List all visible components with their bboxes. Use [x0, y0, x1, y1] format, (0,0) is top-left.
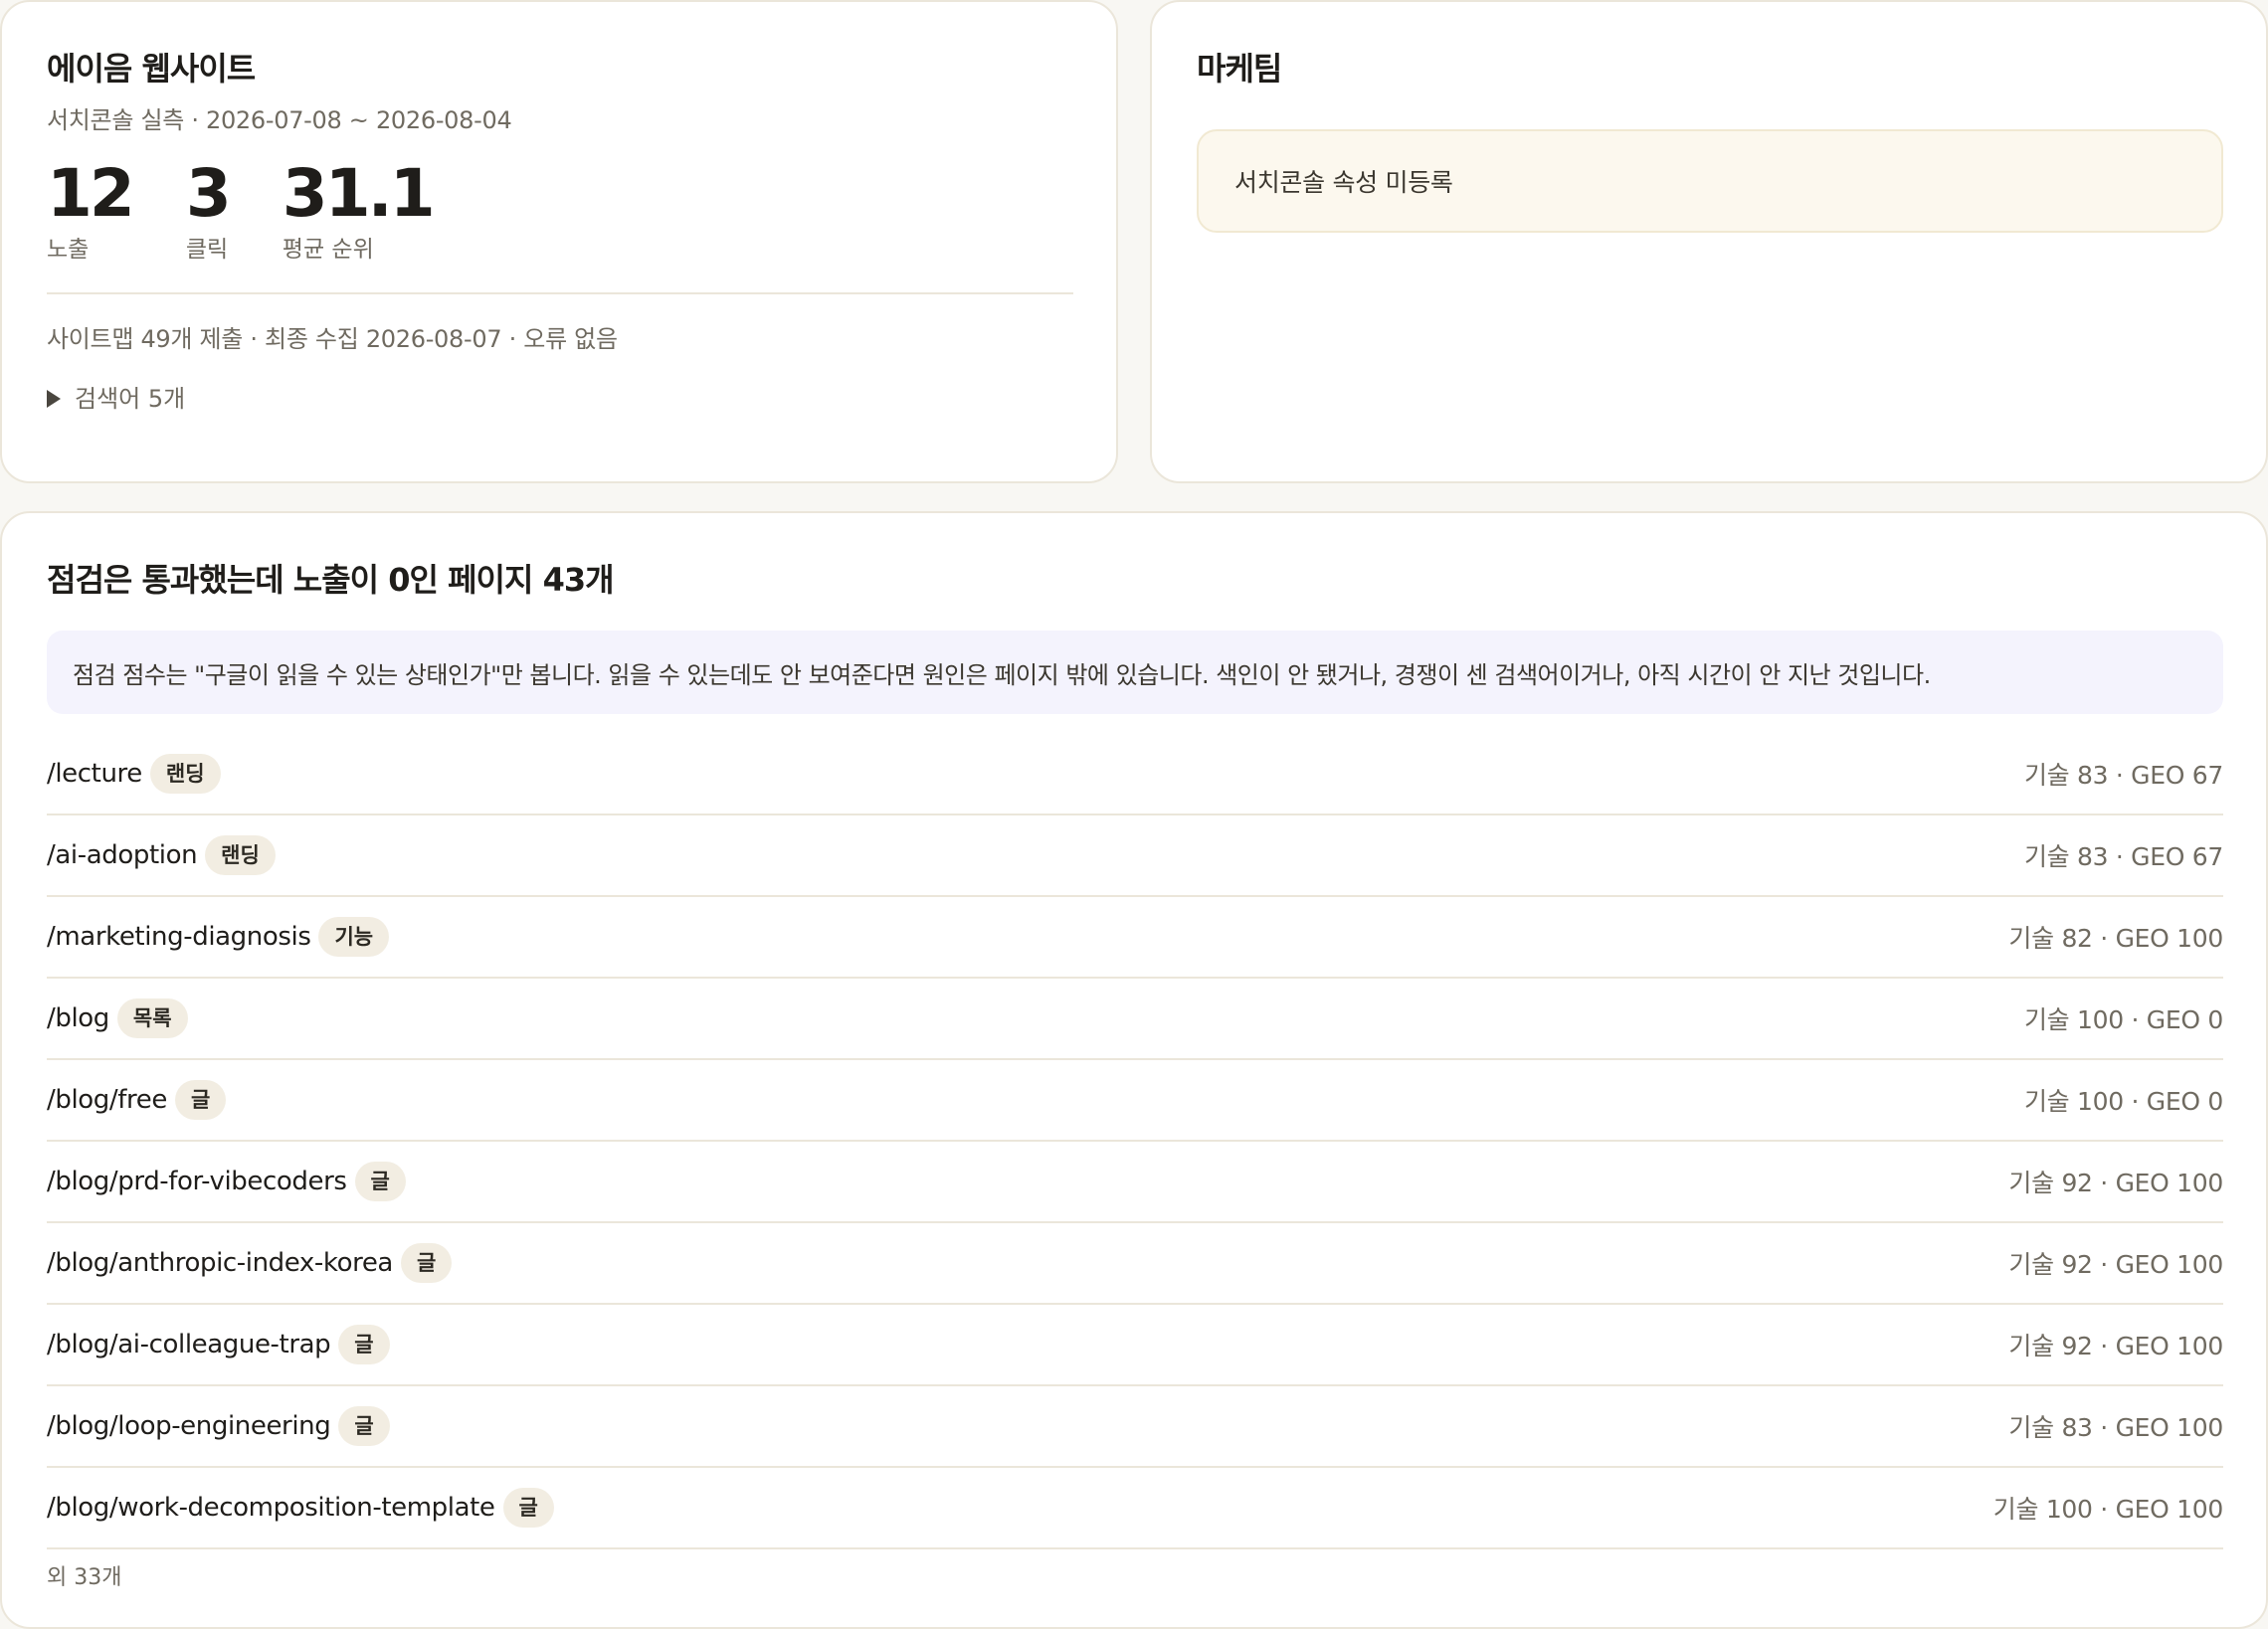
- page-path: /blog/work-decomposition-template: [47, 1493, 495, 1523]
- list-item[interactable]: /blog/loop-engineering 글 기술 83 · GEO 100: [47, 1386, 2223, 1468]
- page-score: 기술 82 · GEO 100: [2008, 924, 2223, 953]
- keywords-toggle[interactable]: 검색어 5개: [47, 382, 1071, 416]
- site-title: 에이음 웹사이트: [47, 50, 256, 88]
- site-card: 에이음 웹사이트 서치콘솔 실측 · 2026-07-08 ~ 2026-08-…: [0, 0, 1118, 483]
- page-type-tag: 글: [502, 1488, 554, 1528]
- more-count: 외 33개: [47, 1565, 122, 1590]
- divider: [47, 292, 1073, 294]
- list-item[interactable]: /lecture 랜딩 기술 83 · GEO 67: [47, 734, 2223, 815]
- page-path: /blog/anthropic-index-korea: [47, 1248, 393, 1278]
- list-item[interactable]: /blog 목록 기술 100 · GEO 0: [47, 979, 2223, 1060]
- dashboard-page: 에이음 웹사이트 서치콘솔 실측 · 2026-07-08 ~ 2026-08-…: [0, 0, 2268, 1629]
- list-item[interactable]: /blog/anthropic-index-korea 글 기술 92 · GEO…: [47, 1223, 2223, 1305]
- stats-group: 12 노출 3 클릭 31.1 평균 순위: [47, 155, 1071, 265]
- page-score: 기술 100 · GEO 100: [1992, 1495, 2224, 1524]
- stat-label: 평균 순위: [282, 237, 374, 263]
- page-type-tag: 글: [338, 1325, 390, 1364]
- page-type-tag: 랜딩: [205, 835, 276, 875]
- list-item[interactable]: /blog/free 글 기술 100 · GEO 0: [47, 1060, 2223, 1142]
- page-score: 기술 83 · GEO 67: [2023, 761, 2223, 790]
- stat-value: 3: [185, 155, 232, 232]
- stat-impressions: 12 노출: [47, 155, 135, 265]
- stat-avg-position: 31.1 평균 순위: [282, 155, 436, 265]
- page-path: /blog/loop-engineering: [47, 1411, 331, 1441]
- page-type-tag: 글: [174, 1080, 227, 1120]
- page-type-tag: 기능: [318, 917, 390, 957]
- page-score: 기술 92 · GEO 100: [2008, 1332, 2223, 1360]
- page-type-tag: 글: [338, 1406, 390, 1446]
- team-card: 마케팀 서치콘솔 속성 미등록: [1150, 0, 2268, 483]
- page-score: 기술 92 · GEO 100: [2008, 1169, 2223, 1197]
- info-text: 점검 점수는 "구글이 읽을 수 있는 상태인가"만 봅니다. 읽을 수 있는데…: [73, 660, 1931, 689]
- page-path: /blog/free: [47, 1085, 167, 1115]
- notice-text: 서치콘솔 속성 미등록: [1234, 168, 1453, 197]
- stat-clicks: 3 클릭: [185, 155, 232, 265]
- page-type-tag: 글: [354, 1162, 406, 1201]
- team-title: 마케팀: [1197, 50, 1282, 88]
- sitemap-status: 사이트맵 49개 제출 · 최종 수집 2026-08-07 · 오류 없음: [47, 325, 618, 353]
- notice-box: 서치콘솔 속성 미등록: [1197, 129, 2223, 233]
- stat-value: 31.1: [282, 155, 436, 232]
- page-score: 기술 92 · GEO 100: [2008, 1250, 2223, 1279]
- page-score: 기술 100 · GEO 0: [2023, 1087, 2223, 1116]
- stat-label: 노출: [47, 237, 90, 263]
- list-item[interactable]: /blog/ai-colleague-trap 글 기술 92 · GEO 100: [47, 1305, 2223, 1386]
- page-path: /blog: [47, 1003, 109, 1033]
- pages-title: 점검은 통과했는데 노출이 0인 페이지 43개: [47, 561, 615, 599]
- page-list: /lecture 랜딩 기술 83 · GEO 67 /ai-adoption 랜딩…: [47, 734, 2223, 1549]
- page-path: /lecture: [47, 759, 142, 789]
- list-item[interactable]: /blog/work-decomposition-template 글 기술 10…: [47, 1468, 2223, 1549]
- page-score: 기술 83 · GEO 67: [2023, 842, 2223, 871]
- list-item[interactable]: /marketing-diagnosis 기능 기술 82 · GEO 100: [47, 897, 2223, 979]
- keywords-toggle-label: 검색어 5개: [75, 385, 186, 413]
- stat-label: 클릭: [185, 237, 229, 263]
- site-subtitle: 서치콘솔 실측 · 2026-07-08 ~ 2026-08-04: [47, 106, 512, 134]
- page-type-tag: 랜딩: [149, 754, 221, 794]
- list-item[interactable]: /ai-adoption 랜딩 기술 83 · GEO 67: [47, 815, 2223, 897]
- page-score: 기술 100 · GEO 0: [2023, 1005, 2223, 1034]
- zero-impression-pages-card: 점검은 통과했는데 노출이 0인 페이지 43개 점검 점수는 "구글이 읽을 …: [0, 511, 2268, 1629]
- disclosure-triangle-icon: [47, 390, 61, 408]
- stat-value: 12: [47, 155, 135, 232]
- page-score: 기술 83 · GEO 100: [2008, 1413, 2223, 1442]
- info-box: 점검 점수는 "구글이 읽을 수 있는 상태인가"만 봅니다. 읽을 수 있는데…: [47, 631, 2223, 714]
- page-path: /blog/ai-colleague-trap: [47, 1330, 331, 1359]
- list-item[interactable]: /blog/prd-for-vibecoders 글 기술 92 · GEO 10…: [47, 1142, 2223, 1223]
- page-type-tag: 목록: [116, 998, 188, 1038]
- page-type-tag: 글: [400, 1243, 453, 1283]
- page-path: /blog/prd-for-vibecoders: [47, 1167, 347, 1196]
- page-path: /ai-adoption: [47, 840, 198, 870]
- page-path: /marketing-diagnosis: [47, 922, 311, 952]
